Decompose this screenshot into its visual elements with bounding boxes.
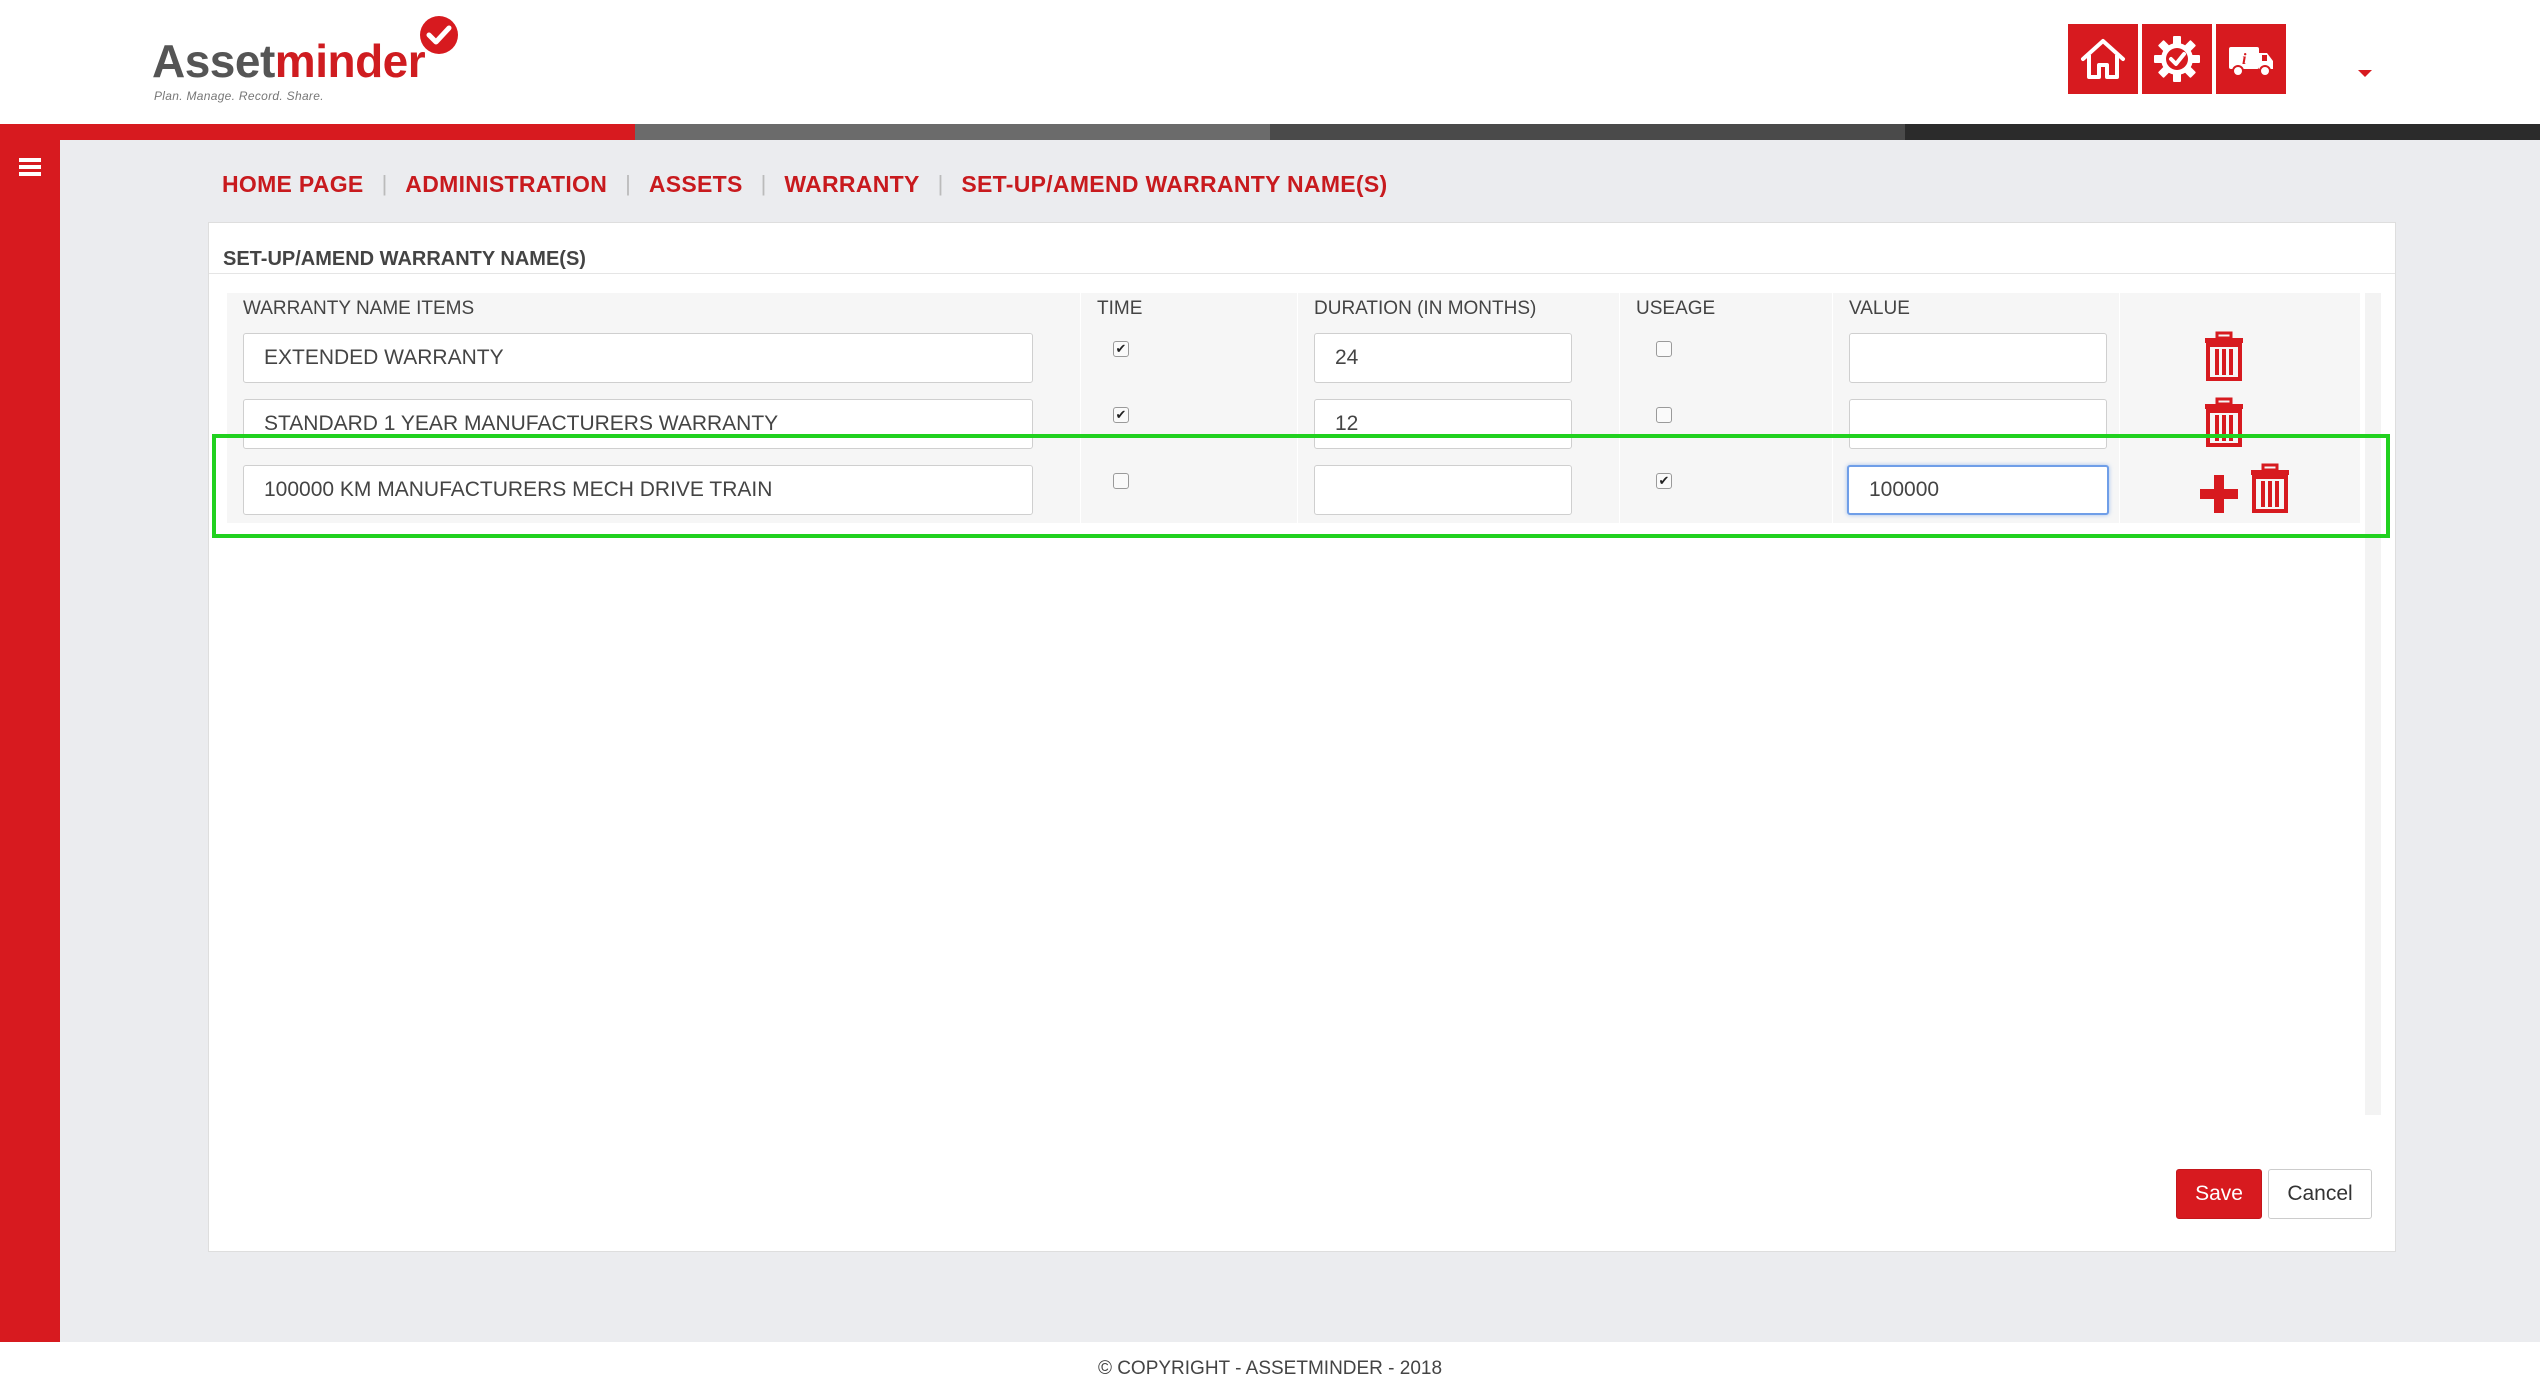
column-header-warranty-name: WARRANTY NAME ITEMS [227, 293, 1081, 325]
svg-text:i: i [2242, 51, 2247, 68]
home-icon [2081, 39, 2125, 79]
color-bar-segment [635, 124, 1270, 140]
column-header-actions [2120, 293, 2361, 325]
warranty-name-input[interactable]: EXTENDED WARRANTY [243, 333, 1033, 383]
logo-name-part1: Asset [152, 35, 275, 87]
column-header-duration: DURATION (IN MONTHS) [1298, 293, 1620, 325]
time-checkbox[interactable]: ✔ [1113, 407, 1129, 423]
truck-info-icon: i [2229, 47, 2273, 77]
footer-copyright: © COPYRIGHT - ASSETMINDER - 2018 [0, 1342, 2540, 1396]
asset-info-button[interactable]: i [2216, 24, 2286, 94]
logo-wordmark: Assetminder [152, 34, 426, 88]
breadcrumb-home-page[interactable]: HOME PAGE [222, 171, 364, 198]
duration-input[interactable]: 24 [1314, 333, 1572, 383]
logo-tagline: Plan. Manage. Record. Share. [154, 89, 324, 103]
duration-cell: 24 [1298, 325, 1620, 391]
breadcrumb-assets[interactable]: ASSETS [649, 171, 743, 198]
app-header: Assetminder Plan. Manage. Record. Share. [0, 0, 2540, 124]
breadcrumb-separator: | [937, 171, 944, 196]
assetminder-logo[interactable]: Assetminder Plan. Manage. Record. Share. [152, 14, 472, 103]
breadcrumb: HOME PAGE | ADMINISTRATION | ASSETS | WA… [222, 166, 1388, 202]
warranty-names-panel: SET-UP/AMEND WARRANTY NAME(S) WARRANTY N… [208, 222, 2396, 1252]
column-header-usage: USEAGE [1620, 293, 1833, 325]
breadcrumb-separator: | [381, 171, 388, 196]
time-cell: ✔ [1081, 325, 1298, 391]
logo-name-part2: minder [274, 35, 426, 87]
table-header: WARRANTY NAME ITEMS TIME DURATION (IN MO… [227, 293, 2361, 325]
column-header-value: VALUE [1833, 293, 2120, 325]
settings-button[interactable] [2142, 24, 2212, 94]
usage-checkbox[interactable] [1656, 407, 1672, 423]
breadcrumb-separator: | [760, 171, 767, 196]
header-color-bar [0, 124, 2540, 140]
usage-cell [1620, 325, 1833, 391]
trash-icon[interactable] [2202, 331, 2246, 381]
value-cell [1833, 325, 2120, 391]
cancel-button[interactable]: Cancel [2268, 1169, 2372, 1219]
usage-checkbox[interactable] [1656, 341, 1672, 357]
table-row: EXTENDED WARRANTY ✔ 24 [227, 325, 2361, 391]
breadcrumb-warranty[interactable]: WARRANTY [784, 171, 919, 198]
actions-cell [2120, 325, 2361, 391]
time-checkbox[interactable]: ✔ [1113, 341, 1129, 357]
warranty-grid: WARRANTY NAME ITEMS TIME DURATION (IN MO… [227, 293, 2361, 1115]
color-bar-segment [1270, 124, 1905, 140]
user-dropdown-caret-icon[interactable] [2358, 70, 2372, 77]
grid-scrollbar[interactable] [2365, 293, 2381, 1115]
warranty-name-cell: EXTENDED WARRANTY [227, 325, 1081, 391]
panel-title: SET-UP/AMEND WARRANTY NAME(S) [223, 248, 586, 270]
save-button[interactable]: Save [2176, 1169, 2262, 1219]
value-input[interactable] [1849, 333, 2107, 383]
sidebar [0, 140, 60, 1342]
column-header-time: TIME [1081, 293, 1298, 325]
gear-check-icon [2154, 36, 2200, 82]
breadcrumb-administration[interactable]: ADMINISTRATION [405, 171, 607, 198]
home-button[interactable] [2068, 24, 2138, 94]
panel-divider [209, 273, 2395, 274]
color-bar-segment [1905, 124, 2540, 140]
checkmark-badge-icon [420, 16, 458, 54]
hamburger-menu-icon[interactable] [19, 158, 41, 176]
breadcrumb-current-page[interactable]: SET-UP/AMEND WARRANTY NAME(S) [961, 171, 1387, 198]
breadcrumb-separator: | [625, 171, 631, 196]
row-highlight-box [212, 434, 2390, 538]
color-bar-segment [0, 124, 635, 140]
